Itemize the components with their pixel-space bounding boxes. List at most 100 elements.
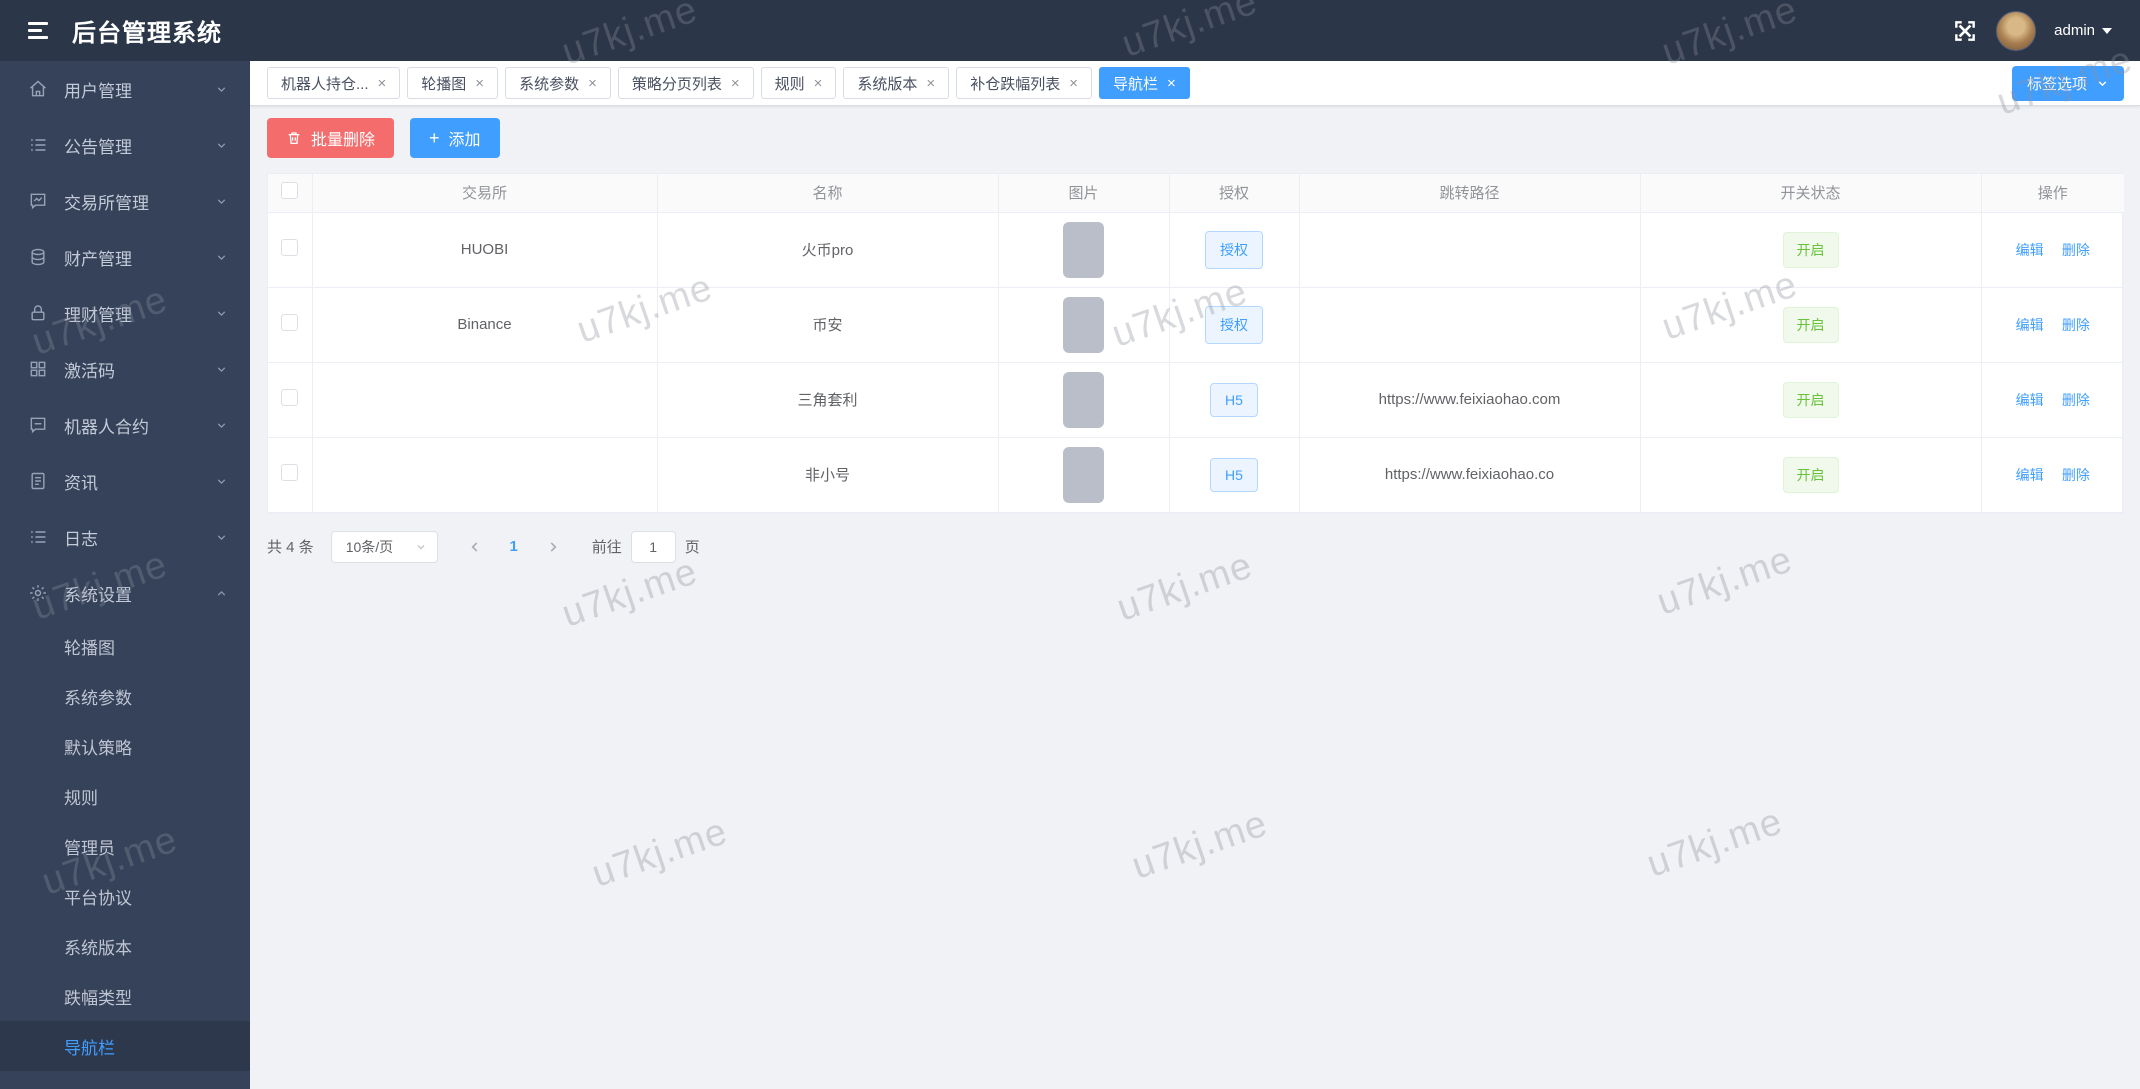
- close-icon[interactable]: ×: [814, 76, 823, 91]
- tag-options-button[interactable]: 标签选项: [2011, 66, 2124, 101]
- h5-button[interactable]: H5: [1210, 382, 1258, 417]
- delete-link[interactable]: 删除: [2062, 317, 2090, 333]
- edit-link[interactable]: 编辑: [2016, 392, 2044, 408]
- home-icon: [28, 79, 48, 99]
- coins-icon: [28, 247, 48, 267]
- prev-page-button[interactable]: [460, 532, 490, 562]
- goto-label: 前往: [591, 539, 622, 556]
- row-checkbox[interactable]: [281, 464, 299, 481]
- tag-options-label: 标签选项: [2026, 76, 2087, 93]
- sidebar-item-exchanges[interactable]: 交易所管理: [0, 173, 250, 229]
- toolbar: 批量删除 + 添加: [267, 118, 2123, 158]
- h5-button[interactable]: H5: [1210, 457, 1258, 492]
- sidebar-item-activation-codes[interactable]: 激活码: [0, 341, 250, 397]
- sidebar-subitem-label: 跌幅类型: [64, 988, 132, 1008]
- page-number[interactable]: 1: [499, 532, 529, 562]
- chat-icon: [28, 415, 48, 435]
- sidebar-item-users[interactable]: 用户管理: [0, 61, 250, 117]
- tab-robot-positions[interactable]: 机器人持仓... ×: [267, 67, 401, 99]
- sidebar-item-label: 财产管理: [64, 249, 132, 269]
- tab-system-version[interactable]: 系统版本 ×: [843, 67, 950, 99]
- sidebar-subitem-admins[interactable]: 管理员: [0, 821, 250, 871]
- sidebar-item-label: 日志: [64, 529, 98, 549]
- close-icon[interactable]: ×: [475, 76, 484, 91]
- row-checkbox[interactable]: [281, 314, 299, 331]
- pagination: 共 4 条 10条/页 1 前往 页: [267, 530, 2123, 563]
- page-size-select[interactable]: 10条/页: [330, 530, 438, 563]
- grid-icon: [28, 359, 48, 379]
- sidebar-subitem-system-params[interactable]: 系统参数: [0, 671, 250, 721]
- sidebar-item-assets[interactable]: 财产管理: [0, 229, 250, 285]
- tab-rules[interactable]: 规则 ×: [760, 67, 837, 99]
- tab-margin-call-list[interactable]: 补仓跌幅列表 ×: [956, 67, 1092, 99]
- chevron-right-icon: [550, 541, 557, 552]
- col-exchange: 交易所: [312, 174, 658, 213]
- chevron-down-icon: [2098, 81, 2107, 87]
- col-image: 图片: [998, 174, 1170, 213]
- cell-jump-path: https://www.feixiaohao.co: [1299, 437, 1641, 513]
- add-button[interactable]: + 添加: [410, 118, 500, 158]
- sidebar-item-robot-contracts[interactable]: 机器人合约: [0, 397, 250, 453]
- close-icon[interactable]: ×: [378, 76, 387, 91]
- sidebar-item-label: 资讯: [64, 473, 98, 493]
- chevron-left-icon: [471, 541, 478, 552]
- tab-label: 导航栏: [1112, 75, 1158, 93]
- user-menu[interactable]: admin: [2054, 22, 2112, 39]
- select-all-checkbox[interactable]: [281, 182, 299, 200]
- chevron-down-icon: [417, 544, 425, 549]
- edit-link[interactable]: 编辑: [2016, 317, 2044, 333]
- tab-system-params[interactable]: 系统参数 ×: [505, 67, 611, 99]
- sidebar-subitem-rules[interactable]: 规则: [0, 771, 250, 821]
- cell-name: 币安: [657, 287, 999, 363]
- sidebar-subitem-carousel[interactable]: 轮播图: [0, 621, 250, 671]
- row-checkbox[interactable]: [281, 389, 299, 406]
- sidebar-item-system-settings[interactable]: 系统设置: [0, 565, 250, 621]
- sidebar-item-finance[interactable]: 理财管理: [0, 285, 250, 341]
- plus-icon: +: [429, 128, 440, 148]
- sidebar-item-logs[interactable]: 日志: [0, 509, 250, 565]
- status-badge: 开启: [1782, 456, 1839, 493]
- goto-page-input[interactable]: [630, 530, 676, 563]
- sidebar-item-announcements[interactable]: 公告管理: [0, 117, 250, 173]
- auth-button[interactable]: 授权: [1205, 305, 1263, 344]
- tab-label: 轮播图: [421, 75, 467, 93]
- close-icon[interactable]: ×: [1069, 76, 1078, 91]
- sidebar-item-label: 激活码: [64, 361, 115, 381]
- chevron-down-icon: [215, 419, 228, 432]
- chevron-down-icon: [215, 475, 228, 488]
- delete-link[interactable]: 删除: [2062, 242, 2090, 258]
- status-badge: 开启: [1782, 381, 1839, 418]
- hamburger-icon[interactable]: [28, 22, 48, 39]
- sidebar-item-news[interactable]: 资讯: [0, 453, 250, 509]
- sidebar-subitem-platform-agreement[interactable]: 平台协议: [0, 871, 250, 921]
- close-icon[interactable]: ×: [731, 76, 740, 91]
- sidebar-subitem-drop-type[interactable]: 跌幅类型: [0, 971, 250, 1021]
- cell-exchange: [312, 362, 658, 438]
- close-icon[interactable]: ×: [1167, 76, 1176, 91]
- tab-carousel[interactable]: 轮播图 ×: [407, 67, 499, 99]
- main-content: 批量删除 + 添加 交易所 名称 图片 授权 跳转路径 开关状态 操作 HUOB…: [250, 107, 2140, 1089]
- tab-strategy-page-list[interactable]: 策略分页列表 ×: [617, 67, 754, 99]
- close-icon[interactable]: ×: [588, 76, 597, 91]
- app-header: 后台管理系统 admin: [0, 0, 2140, 61]
- sidebar-subitem-default-strategy[interactable]: 默认策略: [0, 721, 250, 771]
- close-icon[interactable]: ×: [926, 76, 935, 91]
- cell-jump-path: [1299, 287, 1641, 363]
- delete-link[interactable]: 删除: [2062, 392, 2090, 408]
- sidebar-subitem-label: 平台协议: [64, 888, 132, 908]
- edit-link[interactable]: 编辑: [2016, 467, 2044, 483]
- auth-button[interactable]: 授权: [1205, 230, 1263, 269]
- col-switch-status: 开关状态: [1640, 174, 1982, 213]
- sidebar: 用户管理 公告管理 交易所管理 财产管理 理财管理 激活码 机器人合约 资讯 日…: [0, 61, 250, 1089]
- batch-delete-button[interactable]: 批量删除: [267, 118, 395, 158]
- avatar[interactable]: [1996, 10, 2037, 51]
- chevron-down-icon: [215, 139, 228, 152]
- next-page-button[interactable]: [538, 532, 568, 562]
- sidebar-subitem-navbar[interactable]: 导航栏: [0, 1021, 250, 1071]
- row-checkbox[interactable]: [281, 239, 299, 256]
- tab-navbar[interactable]: 导航栏 ×: [1098, 67, 1190, 99]
- fullscreen-icon[interactable]: [1952, 18, 1978, 44]
- edit-link[interactable]: 编辑: [2016, 242, 2044, 258]
- delete-link[interactable]: 删除: [2062, 467, 2090, 483]
- sidebar-subitem-system-version[interactable]: 系统版本: [0, 921, 250, 971]
